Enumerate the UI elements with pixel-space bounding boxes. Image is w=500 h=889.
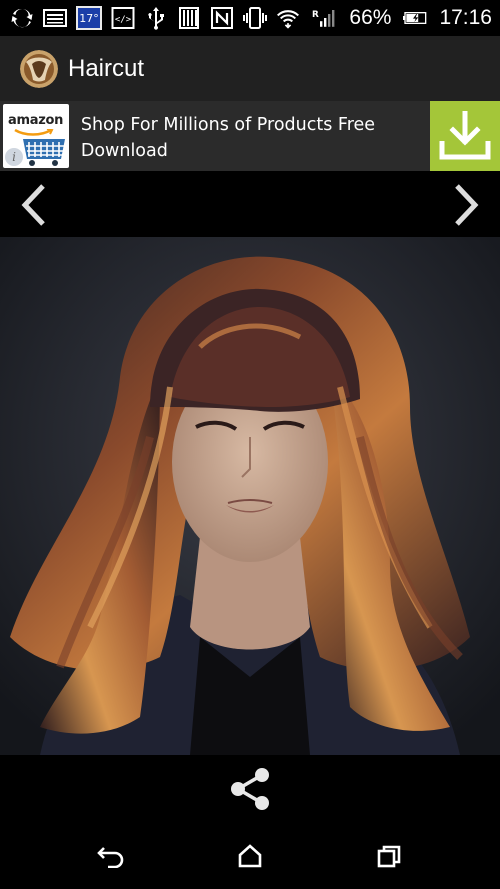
weather-icon: 17° [76, 6, 102, 30]
code-icon: </> [111, 6, 135, 30]
shopping-cart-icon [17, 139, 65, 166]
battery-charging-icon [397, 6, 433, 30]
nfc-icon [210, 6, 234, 30]
share-icon [231, 768, 269, 810]
recents-icon [377, 845, 401, 868]
wifi-icon [276, 6, 300, 30]
clock: 17:16 [439, 6, 492, 29]
ad-info-icon[interactable]: i [5, 148, 23, 166]
back-icon [97, 847, 124, 868]
status-bar: 17° </> R 66% 17:16 [0, 0, 500, 36]
share-button[interactable] [224, 763, 276, 815]
code-glyph: </> [115, 15, 132, 25]
usb-icon [144, 6, 168, 30]
amazon-logo[interactable]: amazon i [3, 104, 69, 168]
sd-card-icon [177, 6, 201, 30]
back-button[interactable] [93, 839, 129, 873]
amazon-logo-text: amazon [8, 113, 64, 128]
recents-button[interactable] [371, 839, 407, 873]
image-notification-icon [43, 6, 67, 30]
app-bar: Haircut [0, 36, 500, 101]
signal-roaming-icon: R [309, 6, 339, 30]
battery-percent: 66% [349, 6, 392, 29]
ad-text[interactable]: Shop For Millions of Products Free Downl… [69, 101, 430, 171]
share-bar [0, 755, 500, 823]
system-navigation-bar [0, 823, 500, 889]
home-button[interactable] [232, 839, 268, 873]
previous-button[interactable] [14, 183, 54, 227]
vibrate-icon [243, 6, 267, 30]
home-icon [238, 844, 262, 868]
ad-banner[interactable]: amazon i Shop For Millions of Products F… [0, 101, 500, 171]
haircut-photo[interactable] [0, 237, 500, 755]
image-navigation [0, 171, 500, 237]
app-title: Haircut [68, 54, 145, 82]
roaming-label: R [312, 10, 319, 20]
haircut-app-logo[interactable] [20, 49, 58, 88]
chevron-left-icon [21, 184, 45, 226]
sync-icon [10, 6, 34, 30]
download-button[interactable] [430, 101, 500, 171]
next-button[interactable] [446, 183, 486, 227]
chevron-right-icon [455, 184, 479, 226]
download-icon [439, 111, 491, 160]
